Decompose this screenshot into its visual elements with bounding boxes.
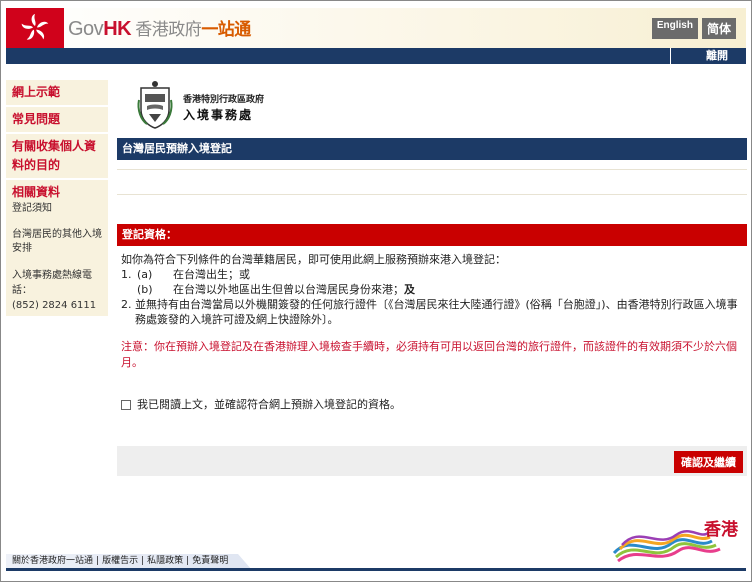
condition-text: 並無持有由台灣當局以外機關簽發的任何旅行證件〔《台灣居民來往大陸通行證》(俗稱「… [135,298,738,326]
sidebar: 網上示範 常見問題 有關收集個人資料的目的 相關資料 登記須知 台灣居民的其他入… [6,80,108,318]
govhk-header: GovHK 香港政府一站通 English 简体 [6,8,746,48]
sidebar-item-faq[interactable]: 常見問題 [6,107,108,132]
condition-1a: 1. (a) 在台灣出生；或 [121,267,741,282]
footer-links: 關於香港政府一站通 | 版權告示 | 私隱政策 | 免責聲明 [6,554,251,568]
hotline-label: 入境事務處熱線電話： [12,270,92,296]
eligibility-content: 如你為符合下列條件的台灣華籍居民，即可使用此網上服務預辦來港入境登記： 1. (… [121,252,741,412]
immigration-emblem-icon [135,80,175,134]
intro-text: 如你為符合下列條件的台灣華籍居民，即可使用此網上服務預辦來港入境登記： [121,253,506,266]
logo-zh-text: 香港政府 [131,20,202,39]
condition-1b: (b) 在台灣以外地區出生但曾以台灣居民身份來港；及 [121,282,741,297]
footer-rule [6,568,746,571]
sidebar-item-label[interactable]: 常見問題 [12,110,102,129]
footer-link-disclaimer[interactable]: 免責聲明 [192,556,228,566]
brand-hong-kong-logo: 香港 [612,513,742,563]
confirm-eligibility-row: 我已閱讀上文，並確認符合網上預辦入境登記的資格。 [121,397,741,412]
sidebar-item-demo[interactable]: 網上示範 [6,80,108,105]
dept-name-line1: 香港特別行政區政府 [183,95,265,105]
brand-text: 香港 [704,520,738,540]
top-navbar: 離開 [6,48,746,64]
blank-band [117,169,747,195]
english-button[interactable]: English [651,18,698,39]
department-name: 香港特別行政區政府 入境事務處 [183,92,264,123]
condition-2: 2. 並無持有由台灣當局以外機關簽發的任何旅行證件〔《台灣居民來往大陸通行證》(… [121,297,741,327]
sidebar-item-label[interactable]: 有關收集個人資料的目的 [12,137,102,175]
page-title: 台灣居民預辦入境登記 [117,138,747,160]
condition-sublabel: (a) [137,268,153,281]
dept-name-line2: 入境事務處 [183,108,254,122]
sidebar-item-label[interactable]: 相關資料 [12,183,102,202]
exit-button[interactable]: 離開 [670,48,746,64]
eligibility-checkbox[interactable] [121,399,131,410]
hk-flag-icon [6,8,64,48]
footer-link-privacy[interactable]: 私隱政策 [147,556,183,566]
footer-link-about[interactable]: 關於香港政府一站通 [12,556,93,566]
logo-gov-text: Gov [68,18,104,40]
condition-text: 在台灣以外地區出生但曾以台灣居民身份來港； [173,283,404,296]
condition-sublabel: (b) [137,283,153,296]
eligibility-checkbox-label[interactable]: 我已閱讀上文，並確認符合網上預辦入境登記的資格。 [137,397,401,412]
condition-text: 在台灣出生；或 [173,268,250,281]
logo-hk-text: HK [103,18,132,40]
action-bar: 確認及繼續 [117,446,747,476]
warning-text: 注意：你在預辦入境登記及在香港辦理入境檢查手續時，必須持有可用以返回台灣的旅行證… [121,340,737,369]
eligibility-header: 登記資格： [117,224,747,246]
condition-number: 2. [121,298,132,311]
logo-onestop-text: 一站通 [201,20,251,39]
confirm-continue-button[interactable]: 確認及繼續 [674,451,743,473]
condition-and: 及 [404,283,415,296]
condition-number: 1. [121,268,132,281]
govhk-logo[interactable]: GovHK 香港政府一站通 [68,15,251,41]
language-switcher: English 简体 [651,18,736,39]
sidebar-item-related-info: 相關資料 登記須知 台灣居民的其他入境安排 入境事務處熱線電話： (852) 2… [6,180,108,316]
sidebar-item-privacy-purpose[interactable]: 有關收集個人資料的目的 [6,134,108,178]
simplified-chinese-button[interactable]: 简体 [701,18,736,39]
sidebar-sub-registration-notes[interactable]: 登記須知 [12,202,102,216]
hotline-number: (852) 2824 6111 [12,300,97,311]
sidebar-sub-other-arrangements[interactable]: 台灣居民的其他入境安排 [12,228,102,256]
footer-link-copyright[interactable]: 版權告示 [102,556,138,566]
sidebar-item-label[interactable]: 網上示範 [12,83,102,102]
